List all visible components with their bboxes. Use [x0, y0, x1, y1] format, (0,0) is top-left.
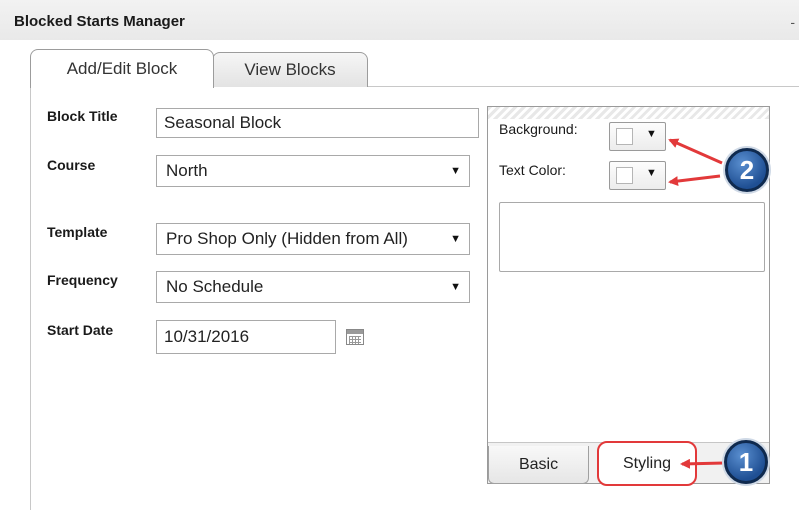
- arrow-to-styling-tab: [680, 458, 725, 469]
- annotation-number: 2: [739, 154, 755, 185]
- annotation-number: 1: [738, 446, 754, 477]
- tab-add-edit-block[interactable]: Add/Edit Block: [30, 49, 214, 88]
- annotation-marker-2: 2: [725, 148, 769, 192]
- arrow-to-text-color-picker: [668, 174, 721, 187]
- tab-add-edit-block-label: Add/Edit Block: [66, 59, 178, 78]
- annotation-marker-1: 1: [724, 440, 768, 484]
- arrow-to-background-picker: [668, 138, 723, 165]
